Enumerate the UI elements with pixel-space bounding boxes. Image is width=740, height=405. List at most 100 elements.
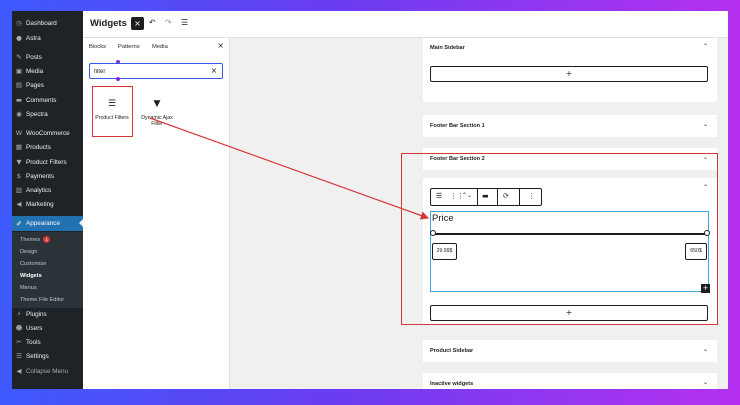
list-view-icon[interactable]: ☰ — [181, 18, 188, 27]
close-inserter-button[interactable]: × — [131, 17, 144, 30]
collapse-menu-button[interactable]: ◀ Collapse Menu — [12, 364, 83, 378]
menu-label: Analytics — [26, 186, 52, 194]
menu-item-appearance[interactable]: ✐ Appearance — [12, 216, 83, 231]
tab-blocks[interactable]: Blocks — [89, 44, 106, 50]
tab-media[interactable]: Media — [152, 44, 168, 50]
submenu-label: Theme File Editor — [20, 296, 65, 303]
widget-area-inactive[interactable]: Inactive widgets ⌄ — [423, 373, 717, 389]
menu-label: Appearance — [26, 220, 60, 227]
comment-icon: ▬ — [15, 96, 23, 104]
menu-label: Products — [26, 143, 51, 151]
add-block-button[interactable]: + — [430, 66, 708, 82]
submenu-label: Menus — [20, 284, 37, 291]
menu-item-users[interactable]: ☻ Users — [12, 321, 83, 335]
menu-label: Media — [26, 67, 44, 75]
menu-label: Spectra — [26, 110, 48, 118]
collapse-icon: ◀ — [16, 367, 22, 375]
dashboard-icon: ◷ — [16, 19, 22, 27]
analytics-icon: ▥ — [15, 186, 23, 194]
clear-search-icon[interactable]: × — [211, 66, 217, 75]
menu-item-marketing[interactable]: ◀ Marketing — [12, 197, 83, 211]
submenu-item-themes[interactable]: Themes 1 — [20, 234, 51, 245]
update-count-badge: 1 — [43, 236, 51, 243]
menu-item-product-filters[interactable]: ▼ Product Filters — [12, 155, 83, 169]
menu-item-comments[interactable]: ▬ Comments — [12, 93, 83, 107]
submenu-item-design[interactable]: Design — [20, 246, 37, 257]
menu-label: Settings — [26, 352, 49, 360]
widget-area-product-sidebar[interactable]: Product Sidebar ⌄ — [423, 340, 717, 362]
chevron-down-icon[interactable]: ⌄ — [703, 379, 708, 386]
menu-label: Users — [26, 324, 43, 332]
submenu-item-widgets[interactable]: Widgets — [20, 270, 42, 281]
editor-header: Widgets × ↶ ↷ ☰ — [83, 11, 728, 38]
widget-area-title: Main Sidebar — [430, 45, 465, 51]
media-icon: ▣ — [15, 67, 23, 75]
menu-label: Dashboard — [26, 19, 57, 27]
submenu-item-menus[interactable]: Menus — [20, 282, 37, 293]
widget-area-title: Product Sidebar — [430, 348, 474, 354]
menu-label: Marketing — [26, 200, 54, 208]
woo-icon: W — [15, 129, 23, 137]
tab-patterns[interactable]: Patterns — [118, 44, 140, 50]
menu-label: Collapse Menu — [26, 367, 69, 375]
screenshot-frame: ◷ Dashboard ● Astra ✎ Posts ▣ Media ▤ Pages ▬… — [12, 11, 728, 389]
megaphone-icon: ◀ — [16, 200, 22, 208]
chevron-down-icon[interactable]: ⌄ — [703, 121, 708, 128]
chevron-up-icon[interactable]: ⌃ — [703, 43, 708, 50]
spectra-icon: ◉ — [16, 110, 22, 118]
widget-area-title: Footer Bar Section 1 — [430, 123, 485, 129]
submenu-label: Customize — [20, 260, 47, 267]
appearance-submenu: Themes 1 Design Customize Widgets Menus T… — [12, 232, 83, 308]
menu-item-plugins[interactable]: ⚡ Plugins — [12, 307, 83, 321]
inserter-tabs: Blocks Patterns Media × — [83, 38, 230, 58]
menu-label: Tools — [26, 338, 41, 346]
settings-icon: ☰ — [16, 352, 22, 360]
page-title: Widgets — [90, 18, 127, 29]
menu-item-settings[interactable]: ☰ Settings — [12, 349, 83, 363]
filter-icon: ▼ — [16, 158, 22, 166]
pin-icon: ✎ — [16, 53, 22, 61]
menu-item-tools[interactable]: ✂ Tools — [12, 335, 83, 349]
admin-sidebar: ◷ Dashboard ● Astra ✎ Posts ▣ Media ▤ Pages ▬… — [12, 11, 83, 389]
plugin-icon: ⚡ — [16, 310, 22, 318]
submenu-item-customize[interactable]: Customize — [20, 258, 46, 269]
menu-label: WooCommerce — [26, 129, 70, 137]
menu-item-payments[interactable]: $ Payments — [12, 169, 83, 183]
widget-area-footer-1[interactable]: Footer Bar Section 1 ⌄ — [423, 115, 717, 137]
menu-label: Pages — [26, 81, 44, 89]
astra-icon: ● — [16, 34, 22, 42]
highlight-frame — [401, 153, 718, 325]
submenu-label: Widgets — [20, 272, 42, 279]
menu-label: Plugins — [26, 310, 47, 318]
undo-icon[interactable]: ↶ — [149, 18, 156, 27]
menu-label: Posts — [26, 53, 42, 61]
funnel-icon: ▼ — [153, 99, 161, 109]
payments-icon: $ — [16, 172, 22, 180]
close-icon[interactable]: × — [217, 41, 224, 50]
menu-item-posts[interactable]: ✎ Posts — [12, 50, 83, 64]
brush-icon: ✐ — [16, 219, 22, 228]
block-search: × — [89, 63, 223, 79]
submenu-label: Themes — [20, 236, 41, 243]
search-input[interactable] — [94, 67, 204, 76]
menu-item-analytics[interactable]: ▥ Analytics — [12, 183, 83, 197]
redo-icon[interactable]: ↷ — [165, 18, 172, 27]
widgets-canvas: Main Sidebar ⌃ + Footer Bar Section 1 ⌄ … — [230, 38, 728, 389]
menu-item-dashboard[interactable]: ◷ Dashboard — [12, 16, 83, 30]
chevron-down-icon[interactable]: ⌄ — [703, 346, 708, 353]
block-dynamic-ajax-filter[interactable]: ▼ Dynamic Ajax Filter — [135, 86, 179, 136]
widget-area-main-sidebar[interactable]: Main Sidebar ⌃ + — [423, 38, 717, 102]
submenu-item-theme-file-editor[interactable]: Theme File Editor — [20, 294, 64, 305]
menu-item-spectra[interactable]: ◉ Spectra — [12, 107, 83, 121]
products-icon: ▦ — [15, 143, 23, 151]
highlight-box — [92, 86, 133, 137]
menu-item-products[interactable]: ▦ Products — [12, 140, 83, 154]
block-label: Dynamic Ajax Filter — [141, 115, 173, 127]
users-icon: ☻ — [15, 324, 23, 332]
menu-item-media[interactable]: ▣ Media — [12, 64, 83, 78]
menu-item-woocommerce[interactable]: W WooCommerce — [12, 126, 83, 140]
block-inserter-panel: Blocks Patterns Media × × ☰ Product Filt… — [83, 38, 230, 389]
menu-item-astra[interactable]: ● Astra — [12, 31, 83, 45]
menu-label: Payments — [26, 172, 54, 180]
menu-item-pages[interactable]: ▤ Pages — [12, 78, 83, 92]
